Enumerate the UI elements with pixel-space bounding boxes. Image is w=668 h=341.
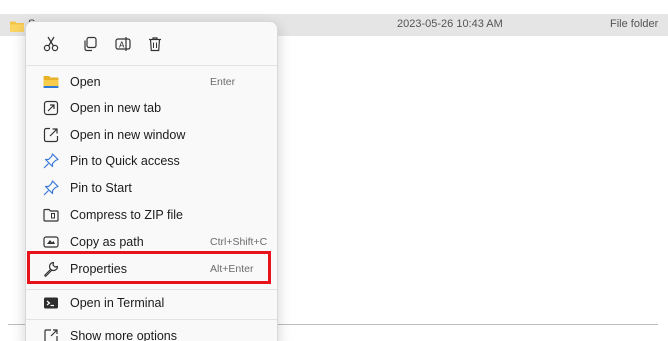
delete-button[interactable] [145,34,165,54]
menu-item-open-new-tab[interactable]: Open in new tab [30,95,273,121]
menu-item-label: Pin to Quick access [70,154,180,168]
highlight-box [27,251,271,284]
pin-icon [42,152,60,170]
menu-item-label: Open in new window [70,128,186,142]
menu-item-show-more-options[interactable]: Show more options [30,323,273,341]
terminal-icon [42,294,60,312]
menu-item-open-terminal[interactable]: Open in Terminal [30,290,273,316]
svg-text:A: A [119,40,125,49]
menu-item-label: Show more options [70,329,178,341]
menu-item-label: Open [70,75,101,89]
new-tab-icon [42,99,60,117]
menu-item-label: Copy as path [70,235,144,249]
menu-item-label: Pin to Start [70,181,132,195]
cut-button[interactable] [41,34,61,54]
menu-item-open-new-window[interactable]: Open in new window [30,122,273,148]
menu-item-pin-quick-access[interactable]: Pin to Quick access [30,148,273,174]
menu-item-compress-zip[interactable]: Compress to ZIP file [30,202,273,228]
rename-icon: A [115,37,131,51]
zip-icon [42,206,60,224]
path-icon [42,233,60,251]
file-date-modified: 2023-05-26 10:43 AM [397,18,503,30]
context-menu: A Open Enter Open in new tab Open in new… [25,21,278,341]
menu-separator [26,319,277,320]
folder-icon [42,73,60,91]
new-window-icon [42,126,60,144]
menu-item-label: Open in Terminal [70,296,165,310]
copy-icon [84,36,97,52]
menu-item-open[interactable]: Open Enter [30,69,273,95]
menu-item-label: Compress to ZIP file [70,208,184,222]
menu-item-label: Open in new tab [70,101,162,115]
more-options-icon [42,327,60,341]
menu-item-accelerator: Ctrl+Shift+C [210,236,268,248]
quick-actions-bar: A [26,22,277,66]
copy-button[interactable] [80,34,100,54]
rename-button[interactable]: A [113,34,133,54]
file-type: File folder [610,18,659,30]
menu-item-pin-start[interactable]: Pin to Start [30,175,273,201]
folder-icon [10,19,24,32]
scissors-icon [43,36,59,52]
menu-item-accelerator: Enter [210,76,236,88]
pin-icon [42,179,60,197]
trash-icon [149,37,161,52]
